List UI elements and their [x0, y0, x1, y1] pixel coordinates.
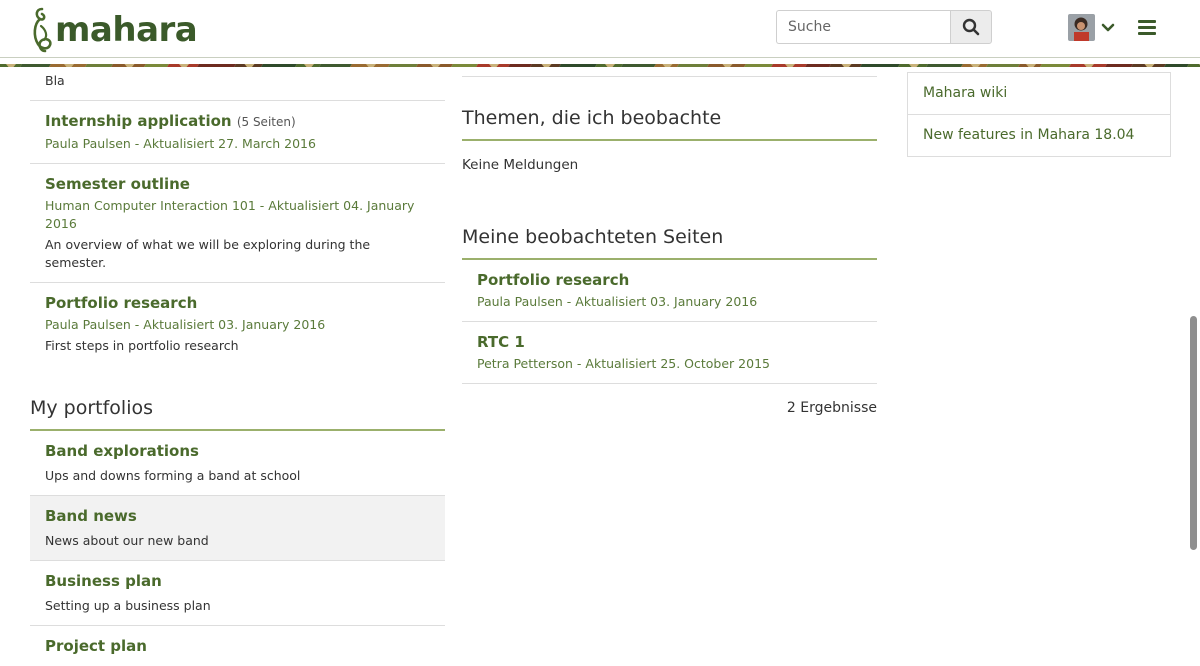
mahara-logo[interactable]: mahara [30, 5, 198, 55]
pattern-tile [197, 64, 236, 67]
chevron-down-icon [1101, 23, 1115, 31]
item-meta: Paula Paulsen - Aktualisiert 27. March 2… [45, 136, 316, 151]
item-description: An overview of what we will be exploring… [45, 237, 371, 270]
user-menu-toggle[interactable] [1068, 14, 1115, 41]
header-pattern [0, 58, 1200, 67]
search-button[interactable] [950, 10, 992, 44]
results-count: 2 Ergebnisse [786, 400, 877, 416]
pattern-tile [559, 64, 597, 67]
no-notifications-text: Keine Meldungen [462, 157, 579, 173]
list-item: Portfolio research Paula Paulsen - Aktua… [30, 283, 445, 365]
hamburger-icon [1138, 20, 1156, 23]
item-meta: Petra Petterson - Aktualisiert 25. Octob… [477, 356, 770, 371]
item-description: Ups and downs forming a band at school [45, 468, 301, 483]
pattern-tile [261, 64, 297, 67]
list-item: Portfolio research Paula Paulsen - Aktua… [462, 260, 877, 322]
left-column: Bla Internship application (5 Seiten) Pa… [30, 67, 445, 666]
watched-pages-heading: Meine beobachteten Seiten [462, 225, 877, 260]
page-link-internship-application[interactable]: Internship application (5 Seiten) [45, 111, 430, 132]
search-icon [962, 18, 980, 36]
pattern-tile [926, 64, 963, 67]
portfolio-link-project-plan[interactable]: Project plan [45, 636, 430, 656]
link-new-features[interactable]: New features in Mahara 18.04 [908, 114, 1170, 156]
item-meta: Human Computer Interaction 101 - Aktuali… [45, 198, 415, 231]
page-count: (5 Seiten) [236, 115, 296, 129]
page-scrollbar[interactable] [1190, 316, 1197, 550]
item-meta: Paula Paulsen - Aktualisiert 03. January… [477, 294, 758, 309]
watched-page-link-rtc-1[interactable]: RTC 1 [477, 332, 862, 352]
list-item: Bla [30, 67, 445, 101]
logo-wordmark: mahara [55, 10, 198, 50]
watched-page-link-portfolio-research[interactable]: Portfolio research [477, 270, 862, 290]
list-item: Project plan [30, 626, 445, 666]
item-description: Bla [45, 73, 65, 88]
list-item: Band explorations Ups and downs forming … [30, 431, 445, 496]
list-item: Internship application (5 Seiten) Paula … [30, 101, 445, 164]
list-item: RTC 1 Petra Petterson - Aktualisiert 25.… [462, 322, 877, 384]
portfolio-link-band-news[interactable]: Band news [45, 506, 430, 526]
page-link-semester-outline[interactable]: Semester outline [45, 174, 430, 194]
item-description: News about our new band [45, 533, 209, 548]
portfolio-link-band-explorations[interactable]: Band explorations [45, 441, 430, 461]
pattern-tile [621, 64, 656, 67]
pattern-tile [986, 64, 1020, 67]
search-form [776, 10, 992, 44]
middle-column: Themen, die ich beobachte Keine Meldunge… [462, 67, 877, 416]
page-link-portfolio-research[interactable]: Portfolio research [45, 293, 430, 313]
mahara-knot-icon [33, 7, 52, 53]
portfolio-link-business-plan[interactable]: Business plan [45, 571, 430, 591]
list-item: Business plan Setting up a business plan [30, 561, 445, 626]
avatar [1068, 14, 1095, 41]
links-panel: Mahara wiki New features in Mahara 18.04 [907, 72, 1171, 157]
list-item: Semester outline Human Computer Interact… [30, 164, 445, 283]
item-meta: Paula Paulsen - Aktualisiert 03. January… [45, 317, 326, 332]
list-item: Band news News about our new band [30, 496, 445, 561]
item-description: Setting up a business plan [45, 598, 211, 613]
right-column: Mahara wiki New features in Mahara 18.04 [907, 67, 1171, 157]
main-menu-button[interactable] [1138, 20, 1156, 36]
site-header: mahara [0, 0, 1200, 58]
my-portfolios-heading: My portfolios [30, 396, 445, 431]
item-description: First steps in portfolio research [45, 338, 239, 353]
search-input[interactable] [776, 10, 950, 44]
divider [462, 67, 877, 77]
link-mahara-wiki[interactable]: Mahara wiki [908, 73, 1170, 114]
watched-topics-heading: Themen, die ich beobachte [462, 106, 877, 141]
pattern-tile [860, 64, 900, 67]
